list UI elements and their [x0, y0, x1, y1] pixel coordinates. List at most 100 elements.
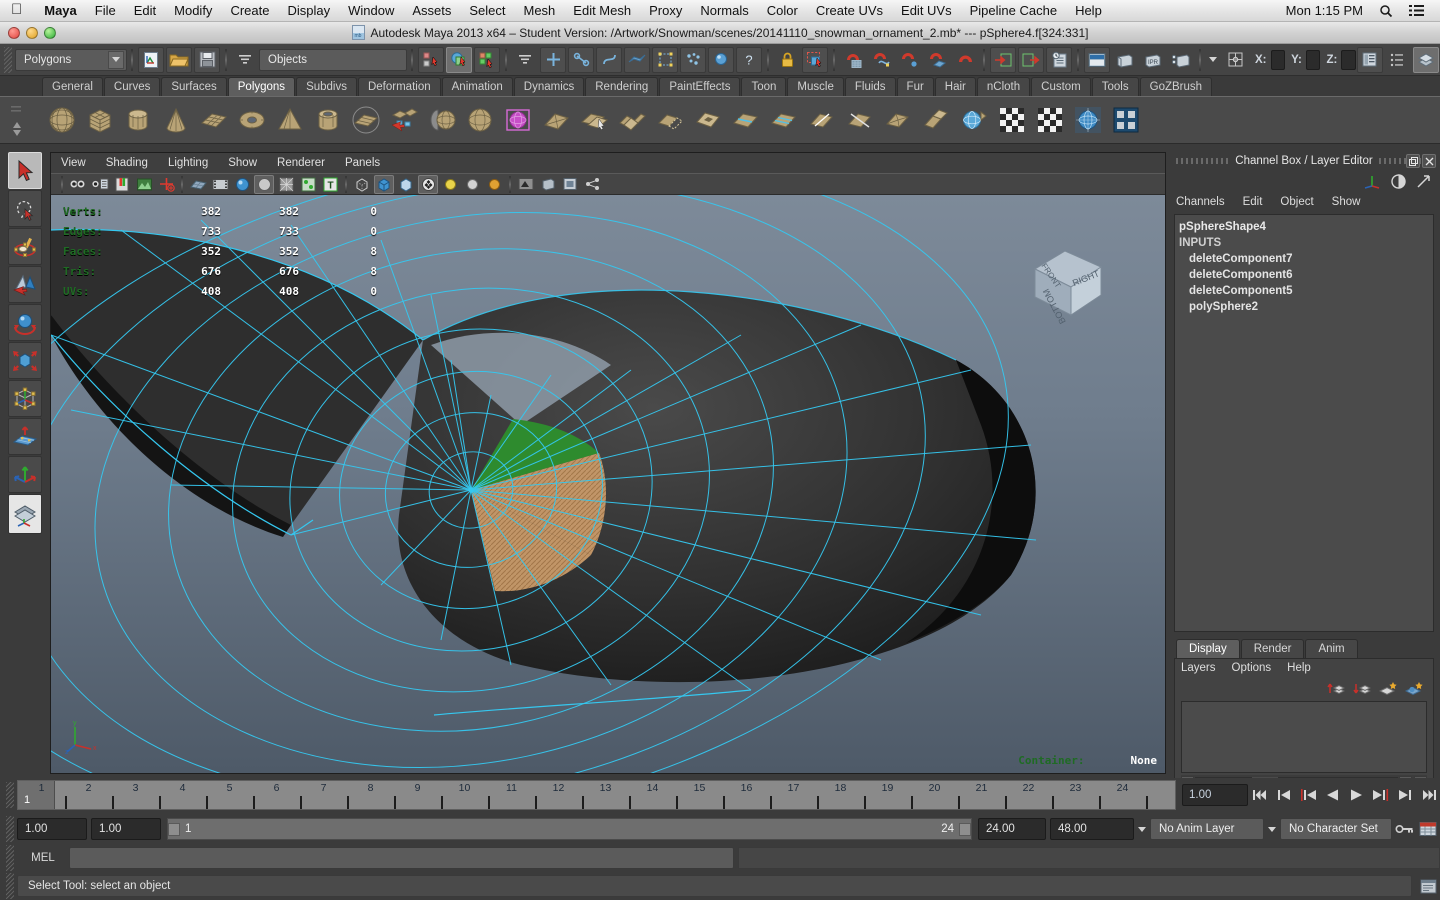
os-menu-item-edit[interactable]: Edit — [125, 0, 165, 22]
viewport-menu-shading[interactable]: Shading — [106, 157, 148, 169]
play-backwards-button[interactable] — [1320, 784, 1344, 806]
character-set-dropdown-arrow[interactable] — [1264, 819, 1280, 839]
shelf-tab-animation[interactable]: Animation — [441, 77, 513, 96]
go-to-end-button[interactable] — [1416, 784, 1440, 806]
camera-attributes-icon[interactable] — [90, 175, 110, 194]
os-menu-item-create-uvs[interactable]: Create UVs — [807, 0, 892, 22]
highlight-selection-mode-button[interactable] — [802, 46, 828, 73]
shelf-grip[interactable] — [8, 100, 26, 140]
mask-rendering-button[interactable] — [708, 46, 734, 73]
render-settings-button[interactable] — [1168, 47, 1194, 73]
mask-curves-button[interactable] — [596, 46, 622, 73]
animation-start-time-field[interactable]: 1.00 — [17, 818, 87, 840]
channel-box-menu-channels[interactable]: Channels — [1176, 196, 1225, 208]
select-by-object-type-button[interactable] — [446, 46, 472, 73]
cut-faces-tool-icon[interactable] — [842, 102, 878, 138]
irender-region-button[interactable]: IPR — [1140, 47, 1166, 73]
polygon-cylinder-icon[interactable] — [120, 102, 156, 138]
select-by-hierarchy-button[interactable] — [418, 46, 444, 73]
os-menu-item-file[interactable]: File — [86, 0, 125, 22]
os-menu-item-mesh[interactable]: Mesh — [515, 0, 565, 22]
polygon-cube-icon[interactable] — [82, 102, 118, 138]
shelf-tab-deformation[interactable]: Deformation — [357, 77, 441, 96]
menu-set-dropdown[interactable]: Polygons — [15, 48, 127, 71]
channel-box-toggle-icon[interactable] — [1390, 173, 1407, 190]
viewport-menu-lighting[interactable]: Lighting — [168, 157, 208, 169]
anim-layer-dropdown-arrow[interactable] — [1134, 819, 1150, 839]
os-menu-item-pipeline-cache[interactable]: Pipeline Cache — [961, 0, 1066, 22]
coord-z-field[interactable] — [1341, 49, 1356, 70]
soft-modification-tool-button[interactable] — [8, 418, 42, 455]
os-menu-item-edit-mesh[interactable]: Edit Mesh — [564, 0, 640, 22]
select-tool-button[interactable] — [8, 152, 42, 189]
render-current-frame-button[interactable] — [1084, 46, 1110, 73]
polygon-torus-icon[interactable] — [234, 102, 270, 138]
polygon-pyramid-icon[interactable] — [272, 102, 308, 138]
channel-box-menu-edit[interactable]: Edit — [1243, 196, 1263, 208]
os-menu-item-proxy[interactable]: Proxy — [640, 0, 691, 22]
step-back-key-button[interactable] — [1296, 784, 1320, 806]
os-menu-item-modify[interactable]: Modify — [165, 0, 221, 22]
universal-manipulator-tool-button[interactable] — [8, 380, 42, 417]
shaded-display-icon[interactable] — [374, 174, 394, 194]
selection-mask-menu-icon[interactable] — [232, 47, 258, 73]
open-scene-button[interactable] — [166, 46, 192, 73]
polygon-plane-icon[interactable] — [196, 102, 232, 138]
uv-checker-icon[interactable] — [994, 102, 1030, 138]
viewport-canvas[interactable]: Verts: 382 382 0 Edges: 733 733 0 Faces:… — [51, 195, 1165, 773]
shelf-tab-general[interactable]: General — [42, 77, 103, 96]
smooth-shade-all-icon[interactable] — [232, 175, 252, 194]
range-start-handle[interactable] — [168, 822, 180, 836]
motion-blur-icon[interactable] — [538, 175, 558, 194]
share-viewport-icon[interactable] — [582, 175, 602, 194]
move-layer-up-icon[interactable] — [1327, 680, 1345, 696]
shelf-tab-fur[interactable]: Fur — [896, 77, 934, 96]
spotlight-search-icon[interactable] — [1371, 4, 1401, 18]
command-language-label[interactable]: MEL — [17, 852, 69, 864]
multisample-icon[interactable] — [560, 175, 580, 194]
snap-to-view-plane-icon[interactable] — [952, 47, 978, 73]
shelf-tab-curves[interactable]: Curves — [103, 77, 161, 96]
fill-hole-icon[interactable] — [690, 102, 726, 138]
shelf-tab-toon[interactable]: Toon — [741, 77, 787, 96]
paint-select-tool-button[interactable] — [8, 228, 42, 265]
layer-editor-menu-help[interactable]: Help — [1287, 662, 1311, 674]
bevel-icon[interactable] — [576, 102, 612, 138]
wireframe-on-shaded-icon[interactable] — [254, 174, 274, 194]
layer-editor-tab-render[interactable]: Render — [1240, 639, 1305, 658]
bounding-box-display-icon[interactable] — [396, 175, 416, 194]
mask-deformations-button[interactable] — [652, 46, 678, 73]
shelf-tab-polygons[interactable]: Polygons — [227, 77, 296, 96]
shelf-tab-subdivs[interactable]: Subdivs — [296, 77, 357, 96]
toggle-attribute-editor-button[interactable] — [1356, 46, 1383, 73]
os-menu-item-maya[interactable]: Maya — [35, 0, 86, 22]
shelf-tab-rendering[interactable]: Rendering — [585, 77, 659, 96]
playback-start-time-field[interactable]: 1.00 — [91, 818, 161, 840]
snap-to-curve-icon[interactable] — [868, 47, 894, 73]
animation-preferences-icon[interactable] — [1416, 818, 1440, 840]
command-input-field[interactable] — [69, 847, 734, 869]
grid-display-icon[interactable] — [188, 175, 208, 194]
os-menu-item-help[interactable]: Help — [1066, 0, 1111, 22]
two-d-pan-zoom-icon[interactable] — [156, 175, 176, 194]
hardware-texturing-icon[interactable] — [418, 174, 438, 194]
polygon-sphere-icon[interactable] — [44, 102, 80, 138]
viewport-menu-renderer[interactable]: Renderer — [277, 157, 325, 169]
snap-to-point-icon[interactable] — [896, 47, 922, 73]
bookmark-icon[interactable] — [112, 175, 132, 194]
shelf-tab-surfaces[interactable]: Surfaces — [161, 77, 227, 96]
lasso-select-tool-button[interactable] — [8, 190, 42, 227]
save-scene-button[interactable] — [194, 46, 220, 73]
range-end-handle[interactable] — [959, 822, 971, 836]
transform-axes-icon[interactable] — [1364, 173, 1382, 189]
film-gate-icon[interactable] — [210, 175, 230, 194]
mask-surfaces-button[interactable] — [624, 46, 650, 73]
close-panel-icon[interactable] — [1422, 154, 1436, 168]
extrude-icon[interactable] — [538, 102, 574, 138]
rotate-tool-button[interactable] — [8, 304, 42, 341]
scale-tool-button[interactable] — [8, 342, 42, 379]
shelf-tab-ncloth[interactable]: nCloth — [976, 77, 1031, 96]
os-menu-item-create[interactable]: Create — [221, 0, 278, 22]
layer-list[interactable] — [1181, 701, 1427, 773]
undock-panel-icon[interactable] — [1406, 154, 1420, 168]
